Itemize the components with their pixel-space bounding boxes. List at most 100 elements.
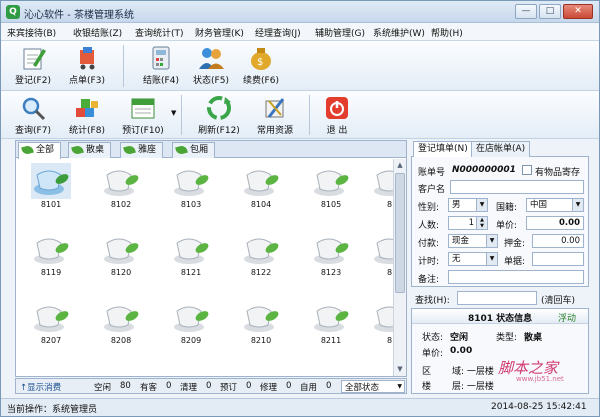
menu-finance[interactable]: 财务管理(K) [195,26,244,39]
table-item[interactable]: 8122 [236,231,286,289]
tea-cup-icon [101,299,141,335]
table-item[interactable]: 8210 [236,299,286,357]
scroll-down-icon[interactable]: ▼ [396,364,404,374]
reserve-button[interactable]: 预订(F10) [113,91,173,136]
refresh-button[interactable]: 刷新(F12) [189,91,249,136]
tools-icon [261,95,289,121]
receipt-input[interactable] [532,252,584,266]
tea-cup-icon [101,163,141,199]
renew-button[interactable]: $ 续费(F6) [231,41,291,86]
app-logo-icon: Q [6,5,20,19]
registration-panel: 登记填单(N) 在店帐单(A) 账单号 N000000001 有物品寄存 客户名… [411,140,589,394]
tea-cup-icon [371,231,393,267]
status-bar: 当前操作：系统管理员 2014-08-25 15:42:41 [1,398,599,416]
note-input[interactable] [448,270,584,284]
table-item[interactable]: 8102 [96,163,146,221]
tab-elegant-seats[interactable]: 雅座 [120,142,164,158]
goods-checkbox[interactable] [522,165,532,175]
float-toggle[interactable]: 浮动 [558,311,576,324]
spinner-arrows-icon[interactable]: ▲ ▼ [476,217,487,229]
repair-count: 0 [286,381,292,391]
tea-cup-icon [31,231,71,267]
tab-register-form[interactable]: 登记填单(N) [413,141,473,158]
cart-icon [73,45,101,71]
tea-cup-icon [371,163,393,199]
table-item[interactable]: 8211 [306,299,356,357]
guest-name-input[interactable] [450,180,584,194]
toolbar-separator [181,95,182,135]
tab-private-rooms[interactable]: 包厢 [172,142,216,158]
payment-method-select[interactable]: 现金 ▼ [448,234,498,248]
gender-select[interactable]: 男 ▼ [448,198,488,212]
maximize-button[interactable]: □ [539,4,561,19]
tab-in-store-bills[interactable]: 在店帐单(A) [471,141,531,157]
table-item[interactable]: 8209 [166,299,216,357]
minimize-button[interactable]: — [515,4,537,19]
free-label: 空闲 [94,383,112,393]
deposit-field[interactable]: 0.00 [532,234,584,248]
table-item[interactable]: 8103 [166,163,216,221]
table-item[interactable]: 8121 [166,231,216,289]
table-item[interactable]: 8105 [306,163,356,221]
resources-button[interactable]: 常用资源 [245,91,305,136]
unit-price-field[interactable]: 0.00 [526,216,584,230]
people-count-stepper[interactable]: 1 ▲ ▼ [448,216,488,230]
timing-select[interactable]: 无 ▼ [448,252,498,266]
table-item[interactable]: 8 [371,299,393,357]
menu-system[interactable]: 系统维护(W) [373,26,425,39]
table-item[interactable]: 8119 [26,231,76,289]
svg-text:$: $ [257,57,263,68]
magnifier-icon [19,95,47,121]
bill-number: N000000001 [452,165,516,175]
search-input[interactable] [457,291,537,305]
tea-cup-icon [311,231,351,267]
table-grid: 8101 8102 8103 8104 8105 8 8119 8120 812… [16,159,393,376]
table-item[interactable]: 8207 [26,299,76,357]
chevron-down-icon: ▼ [476,199,487,211]
table-item[interactable]: 8 [371,163,393,221]
leaf-icon [175,144,188,156]
table-item[interactable]: 8208 [96,299,146,357]
show-consumption-toggle[interactable]: ↑显示消费 [20,381,61,393]
menu-cashier[interactable]: 收银结账(Z) [73,26,122,39]
toolbar-separator [123,45,124,87]
table-item[interactable]: 8 [371,231,393,289]
status-filter-select[interactable]: 全部状态 ▼ [341,380,405,393]
title-bar[interactable]: Q 沁心软件 - 茶楼管理系统 — □ ✕ [1,1,599,23]
main-window: Q 沁心软件 - 茶楼管理系统 — □ ✕ 来宾接待(B) 收银结账(Z) 查询… [0,0,600,417]
close-button[interactable]: ✕ [563,4,593,19]
tea-cup-icon [311,163,351,199]
table-item[interactable]: 8101 [26,163,76,221]
nationality-select[interactable]: 中国 ▼ [526,198,584,212]
tab-open-seating[interactable]: 散桌 [68,142,112,158]
registration-tabs: 登记填单(N) 在店帐单(A) [411,140,589,158]
menu-auxiliary[interactable]: 辅助管理(G) [315,26,365,39]
register-button[interactable]: 登记(F2) [3,41,63,86]
search-row: 查找(H): (清回车) [411,290,589,308]
menu-manager-query[interactable]: 经理查询(J) [255,26,301,39]
table-item[interactable]: 8120 [96,231,146,289]
menu-query-stats[interactable]: 查询统计(T) [135,26,184,39]
menu-help[interactable]: 帮助(H) [431,26,463,39]
table-item[interactable]: 8104 [236,163,286,221]
exit-button[interactable]: 退 出 [307,91,367,136]
scrollbar-thumb[interactable] [395,173,405,293]
query-button[interactable]: 查询(F7) [3,91,63,136]
table-price-value: 0.00 [450,346,473,356]
scroll-up-icon[interactable]: ▲ [396,160,404,170]
table-item[interactable]: 8123 [306,231,356,289]
statistics-button[interactable]: 统计(F8) [57,91,117,136]
occupied-count: 0 [166,381,172,391]
menu-guest-reception[interactable]: 来宾接待(B) [7,26,56,39]
tea-cup-icon [31,299,71,335]
table-grid-scrollbar[interactable]: ▲ ▼ [393,159,406,376]
order-button[interactable]: 点单(F3) [57,41,117,86]
repair-label: 修理 [260,383,278,393]
money-bag-icon: $ [247,45,275,71]
tab-all[interactable]: 全部 [18,142,62,159]
table-type-value: 散桌 [524,333,543,343]
recycle-icon [205,95,233,121]
clear-enter-hint[interactable]: (清回车) [541,293,575,306]
chevron-down-icon: ▼ [572,199,583,211]
reserve-dropdown-arrow-icon[interactable]: ▼ [171,109,176,117]
